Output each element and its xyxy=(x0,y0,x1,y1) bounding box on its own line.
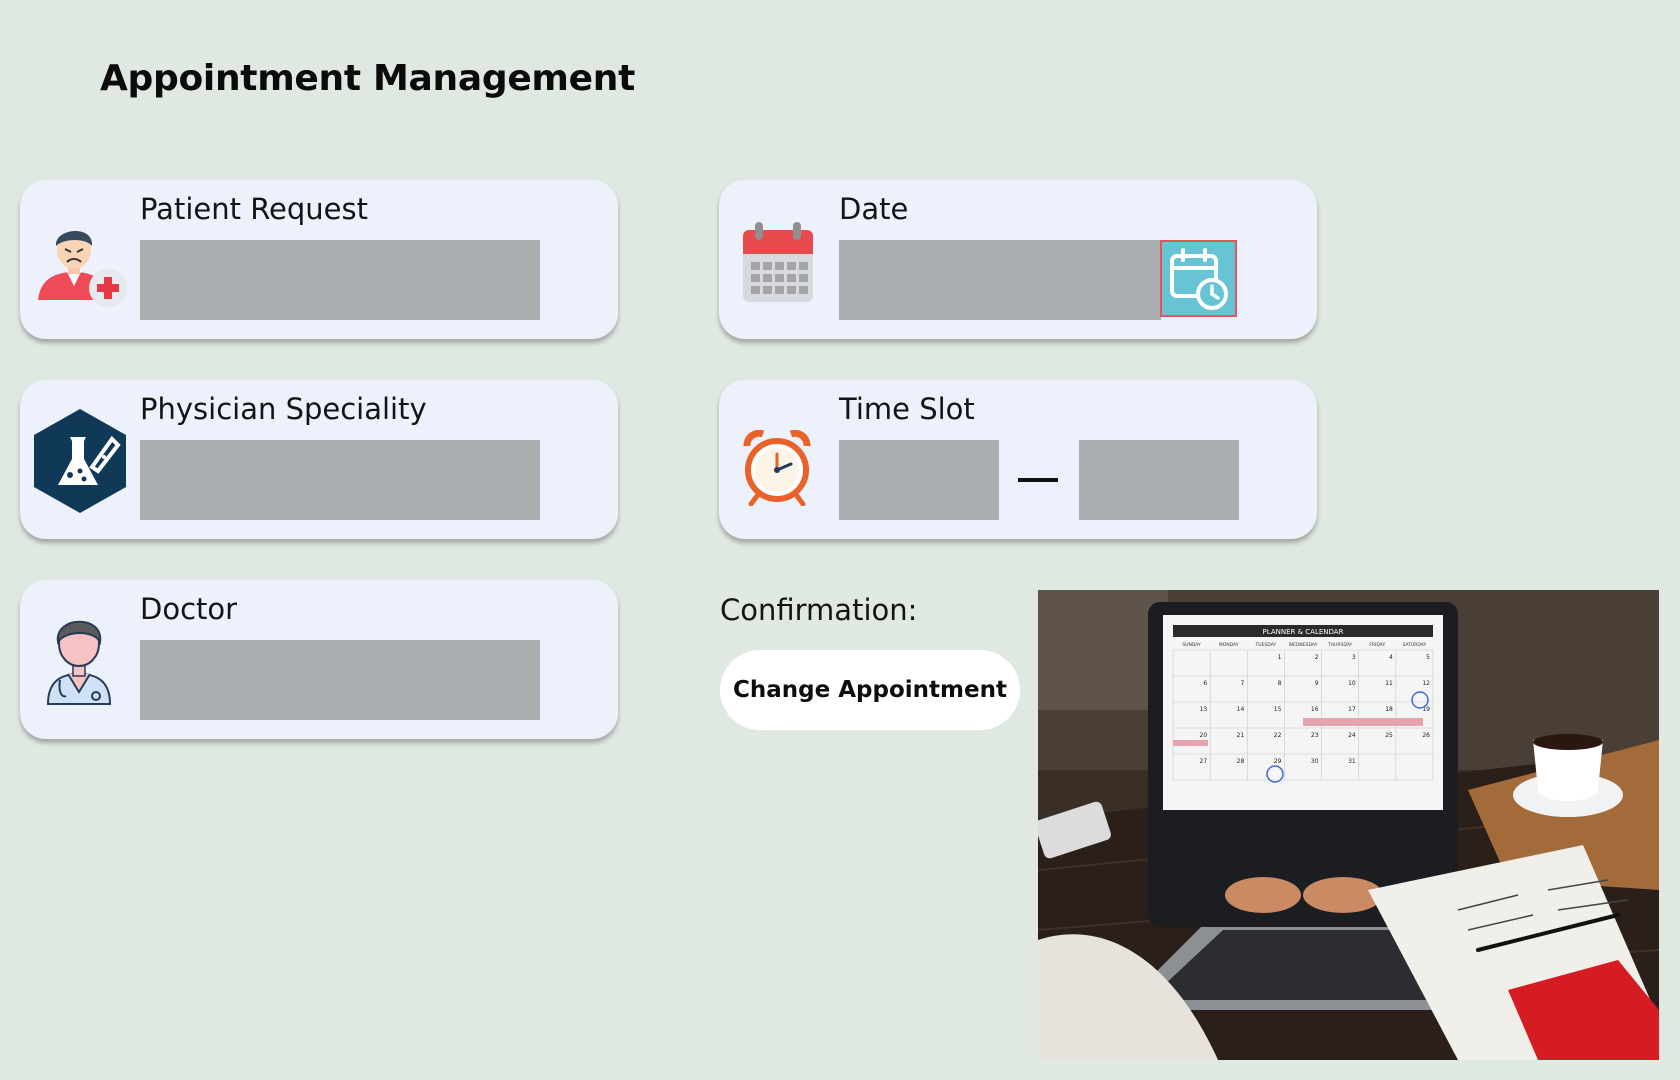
time-range-separator xyxy=(1018,478,1058,482)
patient-request-card: Patient Request xyxy=(20,180,618,339)
planner-date: 23 xyxy=(1311,732,1319,739)
planner-date: 10 xyxy=(1348,680,1356,687)
physician-speciality-label: Physician Speciality xyxy=(140,392,427,426)
patient-request-input[interactable] xyxy=(140,240,540,320)
planner-date: 17 xyxy=(1348,706,1356,713)
planner-date: 3 xyxy=(1352,654,1356,661)
planner-date: 9 xyxy=(1315,680,1319,687)
planner-date: 2 xyxy=(1315,654,1319,661)
planner-date: 30 xyxy=(1311,758,1319,765)
time-slot-label: Time Slot xyxy=(839,392,975,426)
planner-photo-illustration: PLANNER & CALENDAR SUNDAY MONDAY TUESDAY WE… xyxy=(1038,590,1659,1060)
planner-day-header: SUNDAY xyxy=(1182,642,1201,648)
planner-date: 11 xyxy=(1385,680,1393,687)
date-label: Date xyxy=(839,192,909,226)
calendar-clock-icon xyxy=(1169,247,1228,310)
planner-heading: PLANNER & CALENDAR xyxy=(1263,628,1344,636)
patient-request-label: Patient Request xyxy=(140,192,368,226)
planner-date: 31 xyxy=(1348,758,1356,765)
planner-date: 13 xyxy=(1200,706,1208,713)
planner-date: 26 xyxy=(1422,732,1430,739)
doctor-label: Doctor xyxy=(140,592,238,626)
physician-speciality-input[interactable] xyxy=(140,440,540,520)
time-slot-card: Time Slot xyxy=(719,380,1317,539)
physician-speciality-card: Physician Speciality xyxy=(20,380,618,539)
planner-date: 29 xyxy=(1274,758,1282,765)
time-slot-start-input[interactable] xyxy=(839,440,999,520)
doctor-card: Doctor xyxy=(20,580,618,739)
planner-day-header: THURSDAY xyxy=(1327,642,1353,648)
alarm-clock-icon xyxy=(743,430,811,506)
date-picker-button[interactable] xyxy=(1160,240,1237,317)
planner-date: 27 xyxy=(1200,758,1208,765)
date-input[interactable] xyxy=(839,240,1161,320)
lab-flask-icon xyxy=(34,409,126,513)
planner-date: 7 xyxy=(1240,680,1244,687)
confirmation-label: Confirmation: xyxy=(720,593,918,627)
planner-date: 21 xyxy=(1237,732,1245,739)
planner-day-header: WEDNESDAY xyxy=(1289,642,1318,648)
planner-date: 14 xyxy=(1237,706,1245,713)
planner-date: 8 xyxy=(1278,680,1282,687)
sick-patient-icon xyxy=(38,230,127,307)
time-slot-end-input[interactable] xyxy=(1079,440,1239,520)
doctor-input[interactable] xyxy=(140,640,540,720)
planner-day-header: TUESDAY xyxy=(1255,642,1277,648)
planner-date: 25 xyxy=(1385,732,1393,739)
planner-day-header: FRIDAY xyxy=(1369,642,1385,648)
calendar-icon xyxy=(743,222,813,302)
date-card: Date xyxy=(719,180,1317,339)
planner-photo: PLANNER & CALENDAR SUNDAY MONDAY TUESDAY WE… xyxy=(1038,590,1659,1060)
planner-date: 28 xyxy=(1237,758,1245,765)
page-title: Appointment Management xyxy=(100,58,635,99)
planner-date: 18 xyxy=(1385,706,1393,713)
planner-date: 1 xyxy=(1278,654,1282,661)
planner-date: 20 xyxy=(1200,732,1208,739)
planner-day-header: SATURDAY xyxy=(1403,642,1427,648)
planner-date: 12 xyxy=(1422,680,1430,687)
planner-date: 22 xyxy=(1274,732,1282,739)
planner-date: 15 xyxy=(1274,706,1282,713)
planner-date: 4 xyxy=(1389,654,1393,661)
planner-date: 24 xyxy=(1348,732,1356,739)
planner-date: 5 xyxy=(1426,654,1430,661)
change-appointment-button[interactable]: Change Appointment xyxy=(720,650,1020,730)
doctor-icon xyxy=(46,620,112,705)
planner-date: 16 xyxy=(1311,706,1319,713)
planner-day-header: MONDAY xyxy=(1219,642,1239,648)
planner-date: 6 xyxy=(1203,680,1207,687)
